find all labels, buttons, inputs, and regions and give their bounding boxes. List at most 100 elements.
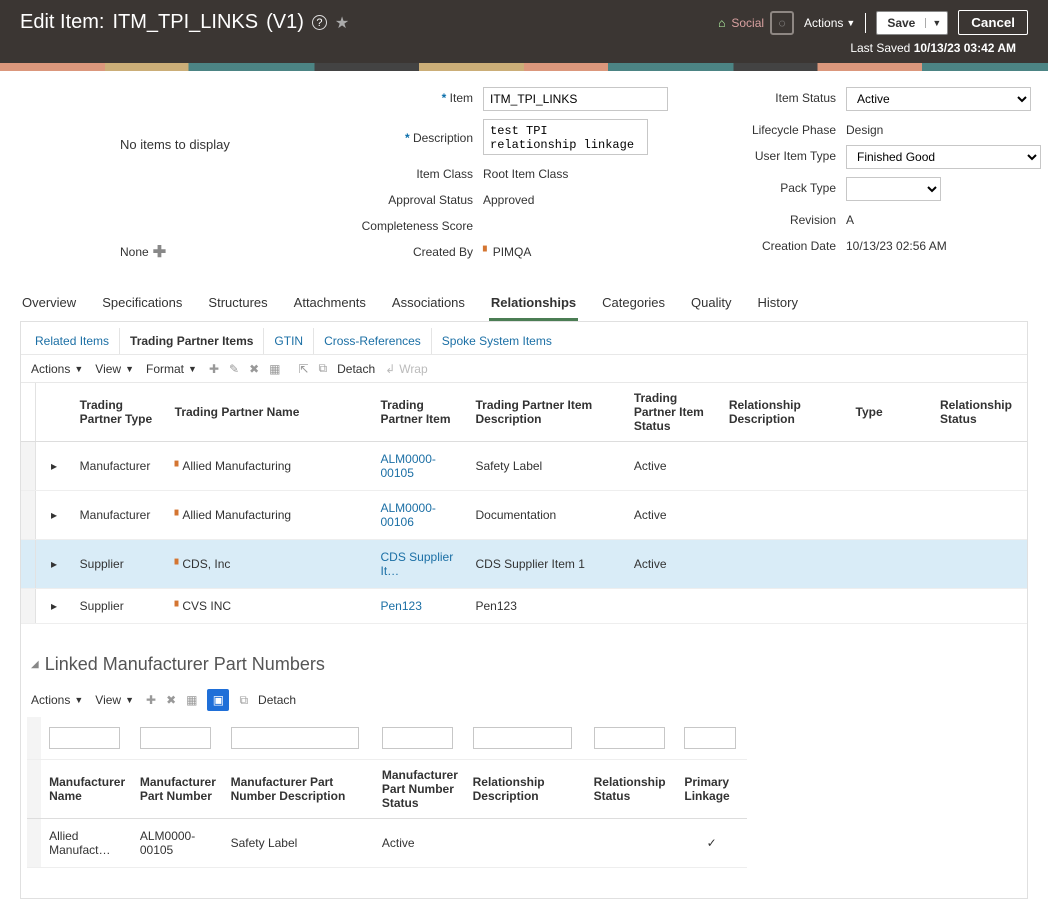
user-item-type-select[interactable]: Finished Good <box>846 145 1041 169</box>
title-prefix: Edit Item: <box>20 11 104 34</box>
tpi-item[interactable]: CDS Supplier It… <box>373 540 468 589</box>
detach-button[interactable]: Detach <box>337 362 375 376</box>
toolbar-format-menu[interactable]: Format▼ <box>146 362 197 376</box>
cancel-button[interactable]: Cancel <box>958 10 1028 35</box>
linked-col-header[interactable]: Relationship Description <box>465 760 586 819</box>
tab-quality[interactable]: Quality <box>689 287 733 321</box>
subtab-related-items[interactable]: Related Items <box>25 328 120 354</box>
edit-icon[interactable]: ✎ <box>229 362 239 376</box>
expand-icon[interactable]: ▸ <box>51 599 57 613</box>
subtab-trading-partner-items[interactable]: Trading Partner Items <box>120 328 264 354</box>
help-icon[interactable]: ? <box>312 15 327 30</box>
tab-structures[interactable]: Structures <box>206 287 269 321</box>
tpi-col-header[interactable]: Trading Partner Type <box>72 383 167 442</box>
linked-actions-menu[interactable]: Actions▼ <box>31 693 83 707</box>
tpi-col-header[interactable]: Trading Partner Name <box>167 383 373 442</box>
title-item-code: ITM_TPI_LINKS <box>112 11 258 34</box>
expand-icon[interactable]: ▸ <box>51 459 57 473</box>
globe-icon[interactable]: ◌ <box>770 11 794 35</box>
expand-icon[interactable]: ▸ <box>51 508 57 522</box>
linked-col-header[interactable]: Manufacturer Part Number Description <box>223 760 374 819</box>
social-label[interactable]: Social <box>731 16 764 30</box>
linked-filter-input[interactable] <box>382 727 453 749</box>
linked-part: ALM0000-00105 <box>132 819 223 868</box>
tpi-row[interactable]: ▸Manufacturer▘Allied ManufacturingALM000… <box>21 491 1027 540</box>
tpi-row[interactable]: ▸Manufacturer▘Allied ManufacturingALM000… <box>21 442 1027 491</box>
linked-filter-input[interactable] <box>473 727 573 749</box>
add-icon[interactable]: ✚ <box>153 242 166 262</box>
detach-icon[interactable]: ⧉ <box>319 361 328 376</box>
wrap-icon: ↲ <box>385 362 395 376</box>
linked-desc: Safety Label <box>223 819 374 868</box>
subtab-cross-references[interactable]: Cross-References <box>314 328 432 354</box>
linked-delete-icon[interactable]: ✖ <box>166 693 176 707</box>
linked-filter-input[interactable] <box>231 727 359 749</box>
header-actions-menu[interactable]: Actions ▼ <box>804 16 855 30</box>
tab-associations[interactable]: Associations <box>390 287 467 321</box>
linked-filter-input[interactable] <box>140 727 211 749</box>
tpi-col-header[interactable]: Trading Partner Item Description <box>468 383 626 442</box>
linked-col-header[interactable]: Primary Linkage <box>676 760 747 819</box>
expand-icon[interactable]: ▸ <box>51 557 57 571</box>
linked-view-menu[interactable]: View▼ <box>95 693 134 707</box>
subtab-spoke-system-items[interactable]: Spoke System Items <box>432 328 562 354</box>
tpi-col-header[interactable]: Type <box>848 383 932 442</box>
collapse-icon[interactable]: ◢ <box>31 659 39 670</box>
tpi-col-header[interactable]: Trading Partner Item Status <box>626 383 721 442</box>
tpi-desc: Safety Label <box>468 442 626 491</box>
tpi-row[interactable]: ▸Supplier▘CDS, IncCDS Supplier It…CDS Su… <box>21 540 1027 589</box>
linked-col-header[interactable]: Manufacturer Part Number <box>132 760 223 819</box>
linked-rdesc <box>465 819 586 868</box>
tpi-toolbar: Actions▼ View▼ Format▼ ✚ ✎ ✖ ▦ ⇱ ⧉ Detac… <box>21 355 1027 383</box>
tpi-col-header[interactable]: Relationship Status <box>932 383 1027 442</box>
linked-col-header[interactable]: Manufacturer Part Number Status <box>374 760 465 819</box>
toolbar-view-menu[interactable]: View▼ <box>95 362 134 376</box>
title-version: (V1) <box>266 11 304 34</box>
flag-icon: ▘ <box>483 247 491 258</box>
tab-categories[interactable]: Categories <box>600 287 667 321</box>
tpi-item[interactable]: ALM0000-00105 <box>373 442 468 491</box>
revision-label: Revision <box>790 213 836 227</box>
tpi-item[interactable]: ALM0000-00106 <box>373 491 468 540</box>
lifecycle-label: Lifecycle Phase <box>752 123 836 137</box>
export-icon[interactable]: ⇱ <box>298 362 308 376</box>
toolbar-actions-menu[interactable]: Actions▼ <box>31 362 83 376</box>
save-dropdown-icon[interactable]: ▼ <box>925 18 947 28</box>
linked-freeze-icon[interactable]: ▦ <box>186 693 197 707</box>
linked-filter-input[interactable] <box>684 727 736 749</box>
linked-col-header[interactable]: Manufacturer Name <box>41 760 132 819</box>
description-field[interactable]: test TPI relationship linkage <box>483 119 648 155</box>
tab-relationships[interactable]: Relationships <box>489 287 578 321</box>
decorative-band <box>0 63 1048 71</box>
tab-specifications[interactable]: Specifications <box>100 287 184 321</box>
linked-detach-icon[interactable]: ⧉ <box>239 693 248 708</box>
tpi-col-header[interactable]: Relationship Description <box>721 383 848 442</box>
save-button[interactable]: Save ▼ <box>876 11 948 35</box>
delete-icon[interactable]: ✖ <box>249 362 259 376</box>
item-field[interactable] <box>483 87 668 111</box>
linked-filter-input[interactable] <box>49 727 120 749</box>
wrap-button[interactable]: ↲ Wrap <box>385 362 428 376</box>
no-items-label: No items to display <box>120 137 320 152</box>
tab-history[interactable]: History <box>756 287 800 321</box>
pack-type-select[interactable] <box>846 177 941 201</box>
creation-date-value: 10/13/23 02:56 AM <box>846 235 1046 253</box>
approval-status-label: Approval Status <box>388 193 473 207</box>
linked-detach-button[interactable]: Detach <box>258 693 296 707</box>
add-row-icon[interactable]: ✚ <box>209 362 219 376</box>
tab-attachments[interactable]: Attachments <box>292 287 368 321</box>
favorite-star-icon[interactable]: ★ <box>335 13 349 33</box>
tab-overview[interactable]: Overview <box>20 287 78 321</box>
linked-detach-highlight-icon[interactable]: ▣ <box>207 689 229 711</box>
subtab-gtin[interactable]: GTIN <box>264 328 314 354</box>
tpi-col-header[interactable]: Trading Partner Item <box>373 383 468 442</box>
freeze-icon[interactable]: ▦ <box>269 362 280 376</box>
item-status-select[interactable]: Active <box>846 87 1031 111</box>
linked-row[interactable]: Allied Manufact…ALM0000-00105Safety Labe… <box>27 819 747 868</box>
tpi-type: Supplier <box>72 589 167 624</box>
linked-filter-input[interactable] <box>594 727 665 749</box>
linked-add-icon[interactable]: ✚ <box>146 693 156 707</box>
linked-col-header[interactable]: Relationship Status <box>586 760 677 819</box>
tpi-row[interactable]: ▸Supplier▘CVS INCPen123Pen123 <box>21 589 1027 624</box>
tpi-item[interactable]: Pen123 <box>373 589 468 624</box>
